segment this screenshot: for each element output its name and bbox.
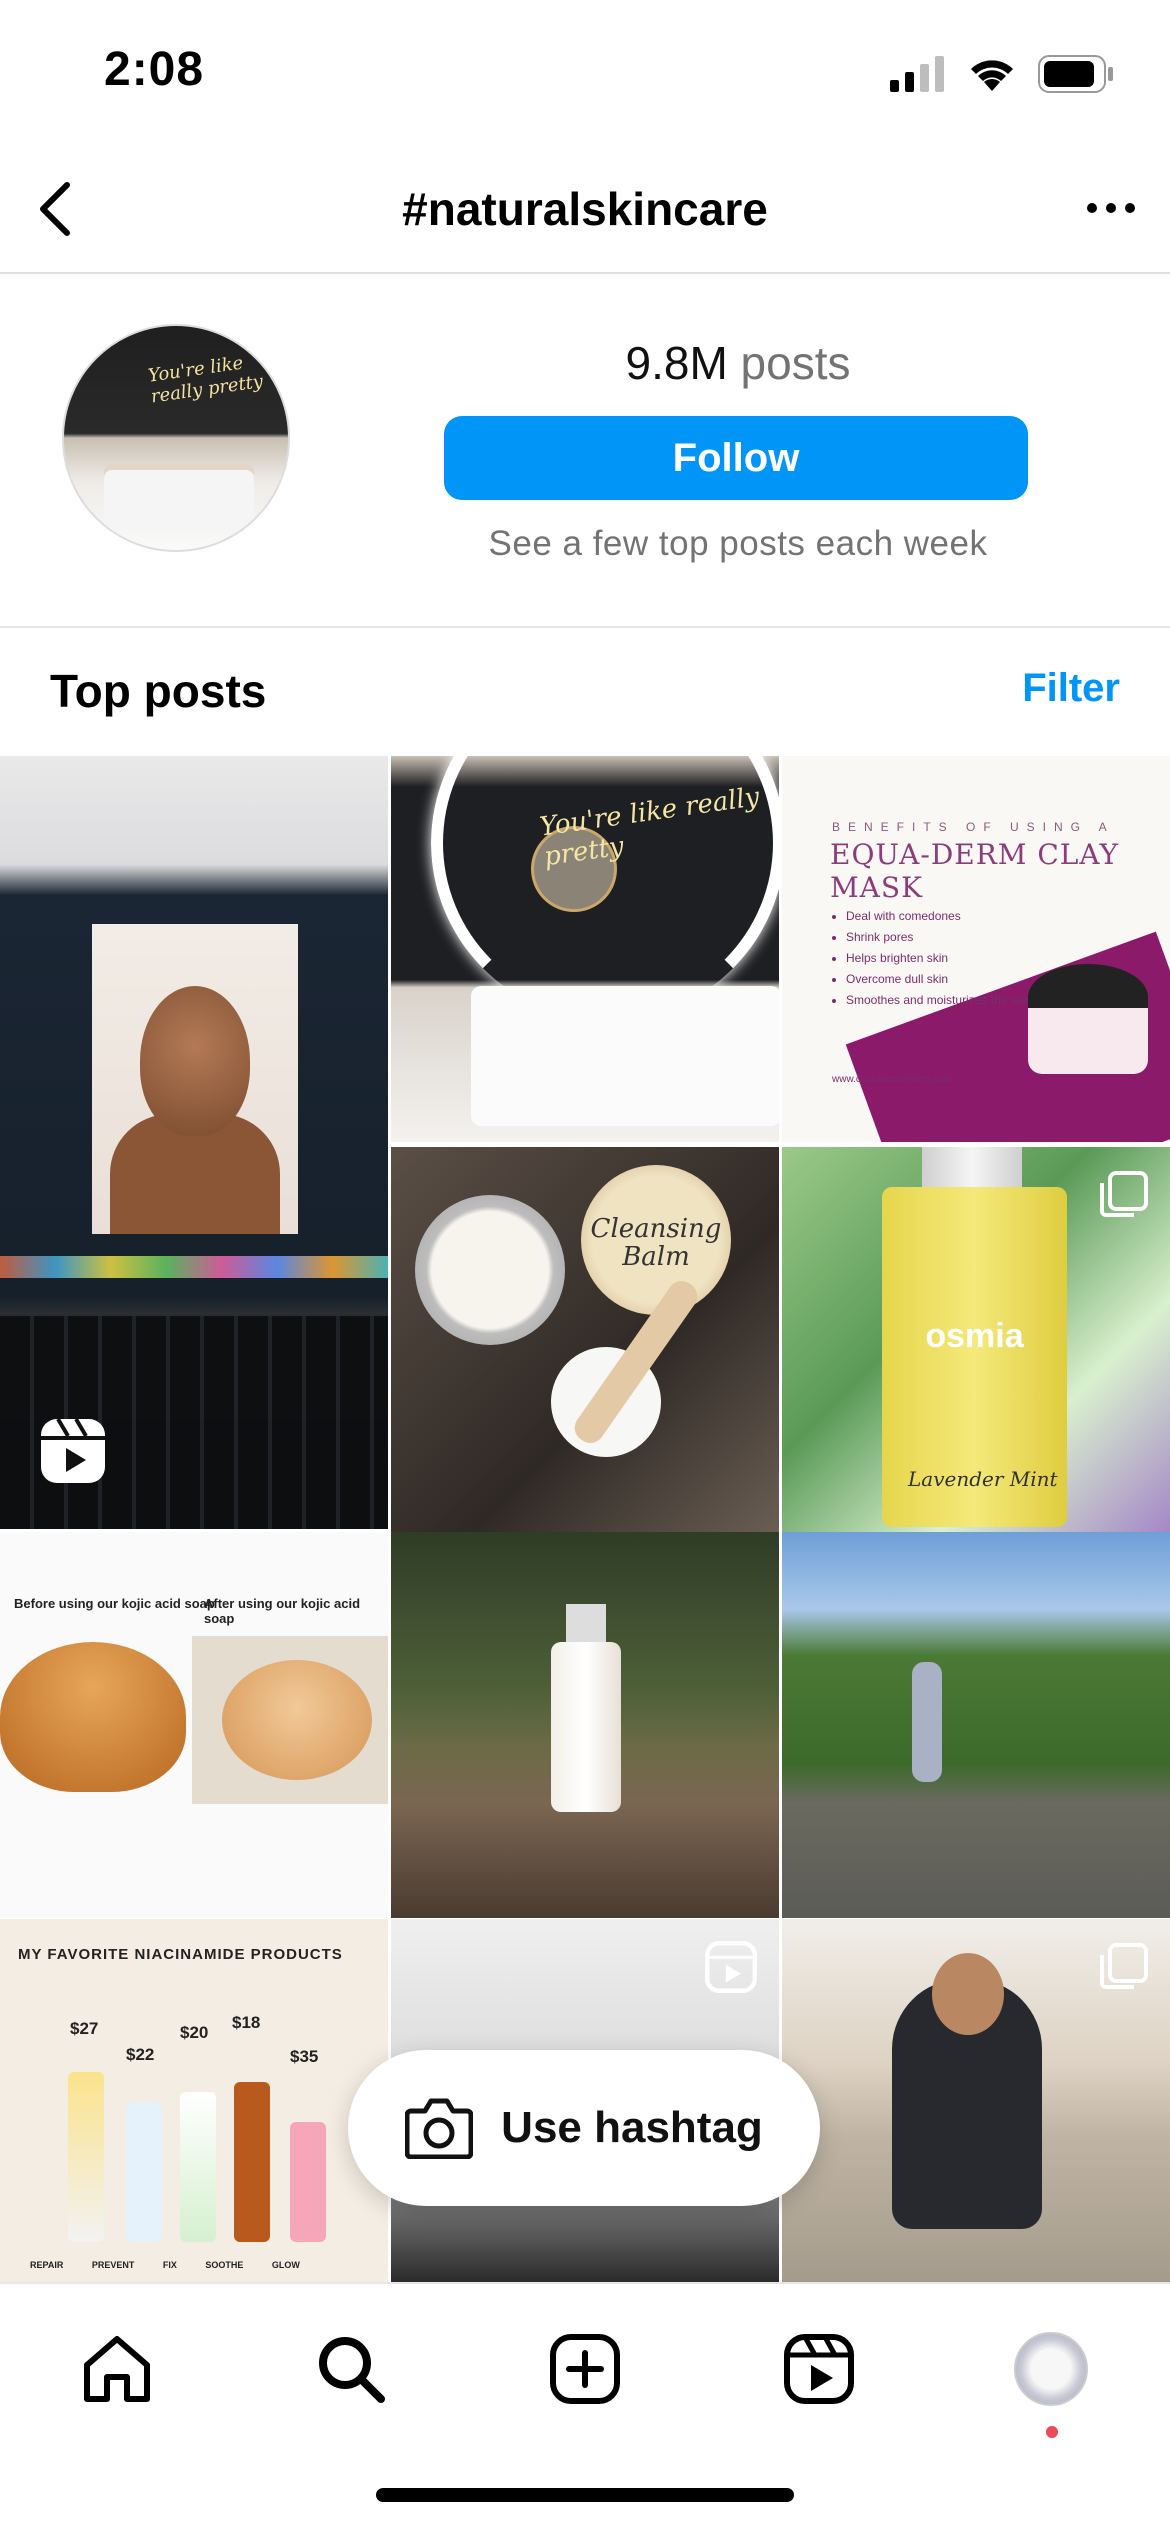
tab-profile[interactable] — [1006, 2324, 1096, 2414]
product-labels: REPAIR PREVENT FIX SOOTHE GLOW — [30, 2260, 300, 2270]
burger-after — [192, 1636, 388, 1804]
clay-bullet: Smoothes and moisturizes the skin — [846, 990, 1032, 1011]
section-title: Top posts — [50, 665, 267, 717]
page-title: #naturalskincare — [402, 183, 768, 235]
avatar-bed — [104, 470, 254, 530]
clay-bullet: Deal with comedones — [846, 906, 1032, 927]
more-options-button[interactable] — [1076, 178, 1146, 238]
osmia-brand: osmia — [925, 1317, 1024, 1355]
woman-head — [932, 1953, 1004, 2035]
wifi-icon — [971, 60, 1013, 91]
status-bar: 2:08 — [0, 0, 1170, 150]
posts-count: 9.8M posts — [443, 336, 1033, 390]
post-tile-kojic-soap[interactable]: Before using our kojic acid soap After u… — [0, 1532, 388, 1918]
home-icon — [84, 2336, 150, 2402]
use-hashtag-label: Use hashtag — [501, 2103, 763, 2152]
clay-bullet: Overcome dull skin — [846, 969, 1032, 990]
post-tile-cleansing-balm[interactable]: Cleansing Balm — [391, 1147, 779, 1533]
avatar — [1014, 2332, 1088, 2406]
post-tile-laptop[interactable] — [0, 756, 388, 1529]
post-tile-clay-mask[interactable]: BENEFITS OF USING A EQUA-DERM CLAY MASK … — [782, 756, 1170, 1142]
post-tile-woman-sofa[interactable] — [782, 1919, 1170, 2282]
top-posts-header: Top posts Filter — [0, 626, 1170, 756]
bottle-pump — [566, 1604, 606, 1644]
reel-icon — [41, 1417, 105, 1483]
reel-icon — [705, 1941, 757, 1993]
tab-search[interactable] — [306, 2324, 396, 2414]
osmia-label: Lavender Mint — [908, 1467, 1058, 1491]
price-label: $35 — [290, 2047, 319, 2066]
before-caption: Before using our kojic acid soap — [14, 1596, 215, 1611]
balm-lid-text: Cleansing Balm — [590, 1214, 722, 1272]
hashtag-info: You're like really pretty 9.8M posts Fol… — [0, 272, 1170, 628]
use-hashtag-button[interactable]: Use hashtag — [348, 2050, 820, 2206]
post-tile-niacinamide[interactable]: MY FAVORITE NIACINAMIDE PRODUCTS $27 $22… — [0, 1919, 388, 2282]
home-indicator — [376, 2488, 794, 2502]
walking-person — [912, 1662, 942, 1782]
treatment-bed — [471, 986, 779, 1126]
post-tile-country-lane[interactable] — [782, 1532, 1170, 1918]
camera-icon — [405, 2098, 474, 2159]
clay-bullet: Helps brighten skin — [846, 948, 1032, 969]
clay-kicker: BENEFITS OF USING A — [832, 820, 1115, 834]
carousel-icon — [1100, 1171, 1148, 1217]
header: #naturalskincare — [0, 150, 1170, 274]
price-label: $18 — [232, 2013, 261, 2032]
status-icons — [890, 52, 1114, 96]
signal-icon — [890, 56, 944, 92]
product-bottle — [126, 2102, 162, 2242]
notification-dot — [1046, 2426, 1058, 2438]
laptop-dock — [0, 1256, 388, 1278]
price-label: $22 — [126, 2045, 155, 2064]
clay-url: www.cruzancosmetics.com — [832, 1074, 953, 1085]
filter-button[interactable]: Filter — [1022, 666, 1120, 711]
product-bottle — [180, 2092, 216, 2242]
carousel-icon — [1100, 1943, 1148, 1989]
more-icon — [1087, 203, 1135, 213]
clay-bullet: Shrink pores — [846, 927, 1032, 948]
battery-icon — [1038, 55, 1113, 93]
balm-tin — [415, 1195, 565, 1345]
product-bottle — [68, 2072, 104, 2242]
status-time: 2:08 — [104, 43, 205, 96]
balm-lid: Cleansing Balm — [581, 1165, 731, 1315]
laptop-screen-photo — [92, 924, 298, 1234]
after-caption: After using our kojic acid soap — [204, 1596, 361, 1626]
post-tile-forest-bottle[interactable] — [391, 1532, 779, 1918]
product-bottle — [290, 2122, 326, 2242]
post-tile-osmia[interactable]: osmia Lavender Mint — [782, 1147, 1170, 1533]
clay-title: EQUA-DERM CLAY MASK — [830, 838, 1119, 904]
niacinamide-heading: MY FAVORITE NIACINAMIDE PRODUCTS — [18, 1946, 343, 1963]
posts-number: 9.8M — [625, 337, 728, 389]
avatar-neon-sign: You're like really pretty — [146, 352, 265, 408]
create-icon — [550, 2334, 620, 2404]
tab-create[interactable] — [540, 2324, 630, 2414]
hashtag-avatar: You're like really pretty — [62, 324, 290, 552]
search-icon — [319, 2337, 385, 2403]
tab-home[interactable] — [72, 2324, 162, 2414]
post-tile-spa-room[interactable]: You're like really pretty — [391, 756, 779, 1142]
follow-subtext: See a few top posts each week — [488, 524, 988, 563]
price-label: $27 — [70, 2019, 99, 2038]
clay-bullets: Deal with comedones Shrink pores Helps b… — [830, 906, 1032, 1011]
burger-before — [0, 1642, 186, 1792]
follow-button[interactable]: Follow — [444, 416, 1028, 500]
reels-icon — [784, 2334, 854, 2404]
serum-bottle — [551, 1642, 621, 1812]
clay-jar — [1028, 964, 1148, 1074]
posts-label: posts — [740, 337, 851, 389]
price-label: $20 — [180, 2023, 209, 2042]
product-bottle — [234, 2082, 270, 2242]
tab-reels[interactable] — [774, 2324, 864, 2414]
